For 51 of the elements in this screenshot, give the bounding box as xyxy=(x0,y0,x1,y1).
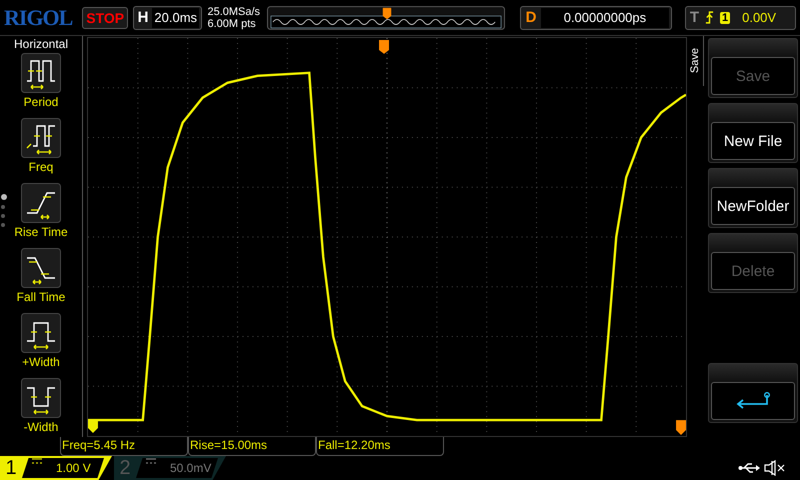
measure-label: Freq xyxy=(28,160,54,174)
usb-icon xyxy=(738,462,760,474)
menu-title: Horizontal xyxy=(14,37,68,51)
measure-label: Fall Time xyxy=(16,290,66,304)
menu-button[interactable]: New File xyxy=(711,122,795,160)
trigger-label: T xyxy=(690,9,699,26)
channel-number: 1 xyxy=(4,456,18,480)
channel-tab[interactable]: 2 50.0mV xyxy=(114,456,226,480)
measure-label: Period xyxy=(24,95,58,109)
menu-tab[interactable]: Save xyxy=(687,36,704,86)
fall-measure-icon[interactable] xyxy=(21,248,61,288)
delay-value: 0.00000000ps xyxy=(541,8,669,28)
pwidth-measure-icon[interactable] xyxy=(21,313,61,353)
back-button[interactable] xyxy=(711,382,795,420)
rise-measure-icon[interactable] xyxy=(21,183,61,223)
measure-label: +Width xyxy=(22,355,60,369)
brand-logo: RIGOL xyxy=(4,4,74,30)
page-dot[interactable] xyxy=(1,194,7,200)
page-dot[interactable] xyxy=(1,205,5,209)
trigger-level-icon[interactable] xyxy=(676,420,686,435)
channel-tab[interactable]: 1 1.00 V xyxy=(0,456,112,480)
delay-label: D xyxy=(524,9,538,26)
timebase-value: 20.0ms xyxy=(152,8,200,28)
horizontal-label: H xyxy=(136,9,150,26)
page-dot[interactable] xyxy=(1,214,5,218)
measurement-readout: Fall=12.20ms xyxy=(316,437,444,456)
nwidth-measure-icon[interactable] xyxy=(21,378,61,418)
measure-label: -Width xyxy=(24,420,58,434)
measure-label: Rise Time xyxy=(14,225,68,239)
delay-panel[interactable]: D 0.00000000ps xyxy=(520,6,672,30)
rising-edge-icon xyxy=(704,11,714,24)
dc-coupling-icon xyxy=(32,458,42,464)
timebase-panel[interactable]: H 20.0ms xyxy=(133,6,202,30)
freq-measure-icon[interactable] xyxy=(21,118,61,158)
period-measure-icon[interactable] xyxy=(21,53,61,93)
trigger-channel: 1 xyxy=(720,12,730,24)
run-stop-button[interactable]: STOP xyxy=(82,6,128,28)
channel-scale: 50.0mV xyxy=(170,460,212,477)
memory-depth: 6.00M pts xyxy=(207,18,257,30)
menu-button[interactable]: NewFolder xyxy=(711,187,795,225)
trigger-position-icon[interactable] xyxy=(379,40,389,54)
menu-title: Save xyxy=(689,48,701,74)
sample-rate: 25.0MSa/s xyxy=(207,6,262,18)
trigger-panel[interactable]: T 1 0.00V xyxy=(684,6,796,30)
mute-icon xyxy=(764,460,786,476)
dc-coupling-icon xyxy=(146,458,156,464)
trigger-level: 0.00V xyxy=(742,10,776,25)
channel-scale: 1.00 V xyxy=(56,460,91,477)
channel-number: 2 xyxy=(118,456,132,480)
channel-offset-icon[interactable] xyxy=(88,420,98,434)
page-dot[interactable] xyxy=(1,223,5,227)
